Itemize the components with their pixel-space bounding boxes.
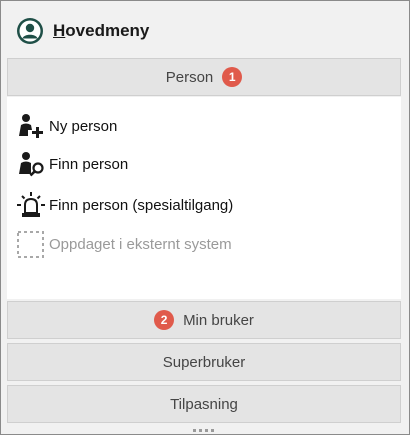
section-person-button[interactable]: Person 1 [7, 58, 401, 96]
section-superbruker-label: Superbruker [162, 353, 246, 371]
section-min-bruker-label: Min bruker [183, 311, 254, 329]
add-person-icon [19, 114, 43, 138]
main-menu-header: Hovedmeny [1, 1, 409, 57]
step-badge-1: 1 [222, 67, 243, 87]
menu-item-find-person-special[interactable]: Finn person (spesialtilgang) [15, 188, 395, 222]
section-tilpasning-label: Tilpasning [170, 395, 238, 413]
resize-grip[interactable] [193, 429, 214, 432]
user-circle-icon [17, 18, 43, 44]
person-section-content: Ny person Finn person Finn person (spesi… [7, 97, 401, 299]
find-person-icon [19, 152, 44, 177]
menu-item-new-person[interactable]: Ny person [15, 109, 395, 143]
section-tilpasning-button[interactable]: Tilpasning [7, 385, 401, 423]
step-badge-2: 2 [154, 310, 175, 330]
section-min-bruker-button[interactable]: 2 Min bruker [7, 301, 401, 339]
alarm-beacon-icon [17, 192, 45, 217]
menu-item-find-person[interactable]: Finn person [15, 147, 395, 181]
menu-item-discovered-external[interactable]: Oppdaget i eksternt system [15, 227, 395, 261]
page-title: Hovedmeny [53, 21, 150, 40]
section-person-label: Person [165, 68, 214, 86]
main-menu-panel: Hovedmeny Person 1 Ny person Finn person [0, 0, 410, 435]
dashed-square-icon [17, 231, 44, 258]
section-superbruker-button[interactable]: Superbruker [7, 343, 401, 381]
